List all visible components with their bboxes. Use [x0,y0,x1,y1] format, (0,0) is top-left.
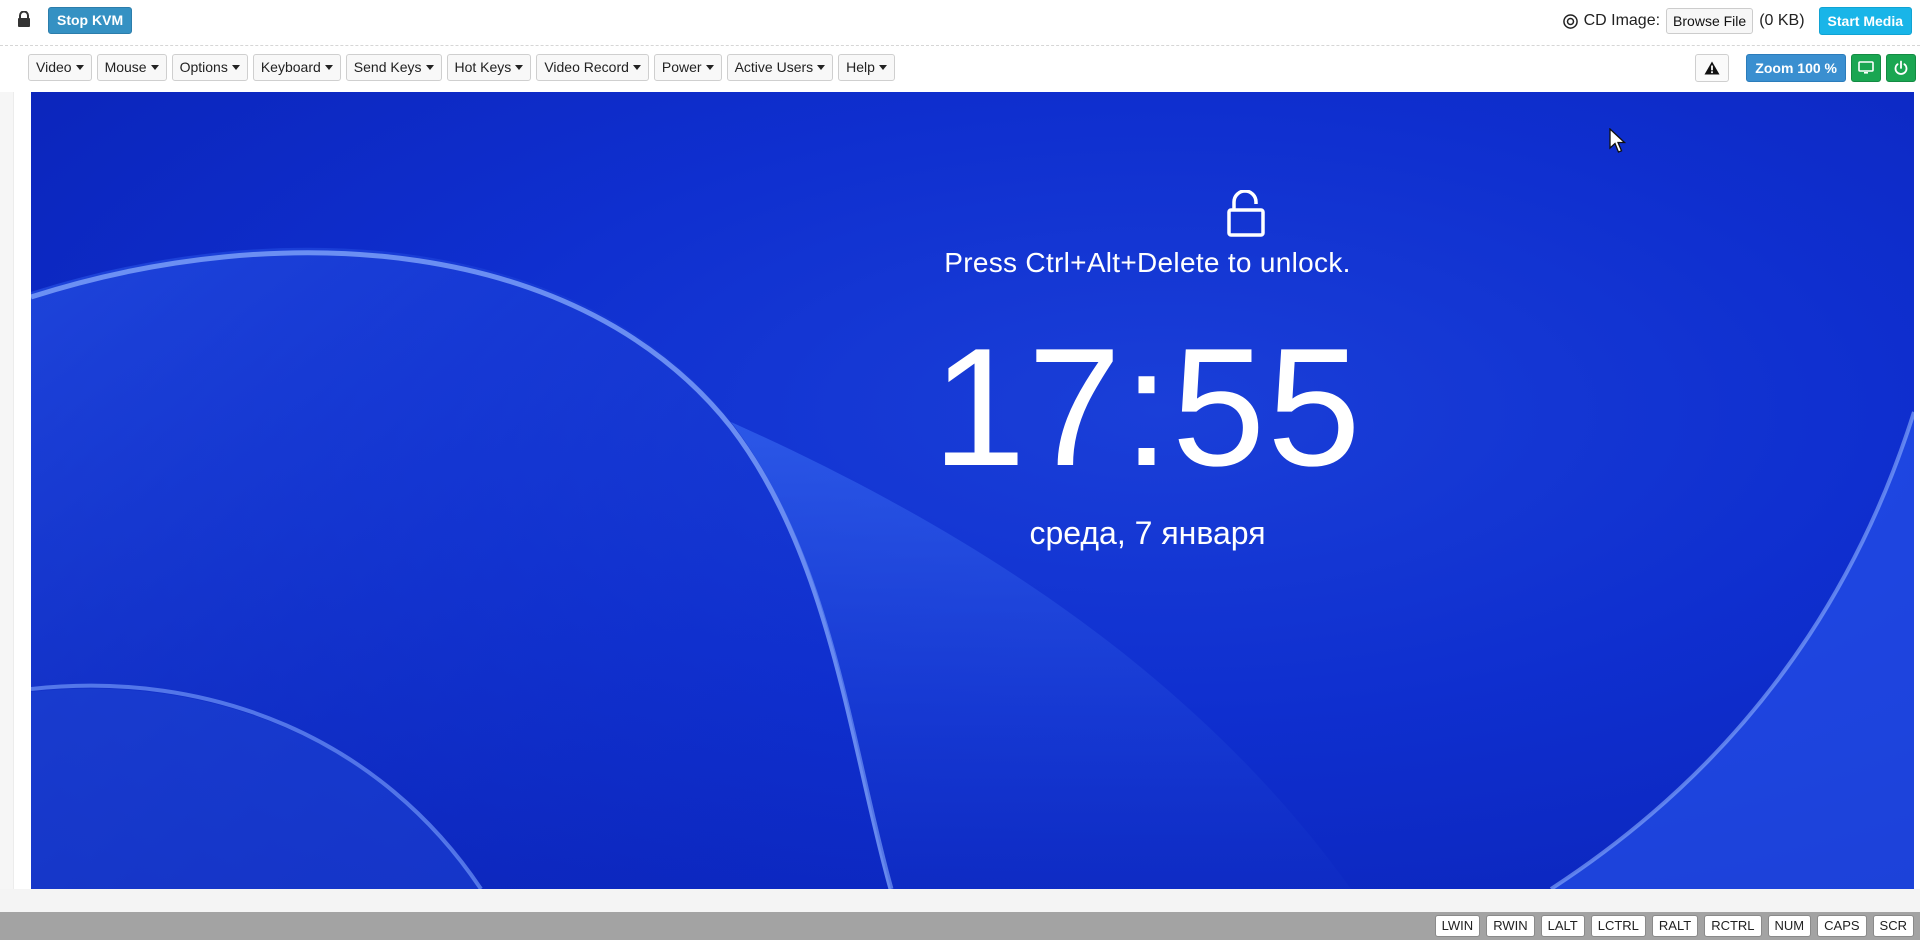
power-button[interactable] [1886,54,1916,82]
key-rctrl[interactable]: RCTRL [1704,915,1762,937]
key-lalt[interactable]: LALT [1540,915,1585,937]
cd-image-label: CD Image: [1583,12,1661,29]
menu-hot-keys[interactable]: Hot Keys [446,54,532,81]
key-caps[interactable]: CAPS [1817,915,1867,937]
menu-item-label: Help [846,59,875,75]
menu-item-label: Options [179,59,228,75]
right-tools: Zoom 100 % [1695,54,1916,82]
warning-icon [1704,61,1720,75]
caret-down-icon [515,65,524,70]
menu-send-keys[interactable]: Send Keys [345,54,442,81]
lock-screen-date: среда, 7 января [1029,515,1266,551]
caret-down-icon [817,65,826,70]
key-rwin[interactable]: RWIN [1486,915,1535,937]
menu-item-label: Power [661,59,702,75]
warning-button[interactable] [1695,54,1730,82]
bottom-spacer [0,889,1920,912]
lock-icon [18,11,30,27]
menu-bar: Video Mouse Options Keyboard Send Keys Hot Ke… [0,50,1920,86]
caret-down-icon [878,65,887,70]
top-toolbar: Stop KVM CD Image: Browse File (0 KB) St… [0,0,1920,46]
zoom-button[interactable]: Zoom 100 % [1746,54,1846,82]
menu-help[interactable]: Help [838,54,895,81]
cd-image-area: CD Image: Browse File (0 KB) Start Media [1562,7,1912,35]
menu-active-users[interactable]: Active Users [726,54,834,81]
menu-video[interactable]: Video [28,54,92,81]
caret-down-icon [75,65,84,70]
lock-screen-clock: 17:55 [932,313,1363,501]
key-scr[interactable]: SCR [1872,915,1914,937]
menu-keyboard[interactable]: Keyboard [252,54,341,81]
menu-item-label: Video Record [544,59,629,75]
menu-video-record[interactable]: Video Record [536,54,649,81]
status-bar: LWIN RWIN LALT LCTRL RALT RCTRL NUM CAPS SCR [0,912,1920,940]
remote-screen[interactable]: Press Ctrl+Alt+Delete to unlock. 17:55 с… [31,92,1914,889]
menu-list: Video Mouse Options Keyboard Send Keys Hot Ke… [28,54,895,81]
key-lctrl[interactable]: LCTRL [1590,915,1646,937]
caret-down-icon [324,65,333,70]
menu-item-label: Mouse [104,59,147,75]
caret-down-icon [425,65,434,70]
menu-options[interactable]: Options [171,54,248,81]
caret-down-icon [150,65,159,70]
caret-down-icon [632,65,641,70]
power-icon [1894,60,1908,75]
key-lwin[interactable]: LWIN [1434,915,1481,937]
modifier-keys: LWIN RWIN LALT LCTRL RALT RCTRL NUM CAPS SCR [1434,915,1914,937]
menu-mouse[interactable]: Mouse [96,54,167,81]
menu-item-label: Active Users [734,59,814,75]
unlock-icon [1227,190,1265,237]
start-media-button[interactable]: Start Media [1818,7,1912,35]
monitor-button[interactable] [1851,54,1881,82]
menu-power[interactable]: Power [653,54,722,81]
file-size: (0 KB) [1759,12,1805,29]
stop-kvm-button[interactable]: Stop KVM [48,7,133,34]
monitor-icon [1858,61,1874,74]
menu-item-label: Send Keys [353,59,422,75]
key-num[interactable]: NUM [1767,915,1812,937]
caret-down-icon [231,65,240,70]
menu-item-label: Keyboard [260,59,321,75]
left-gutter [0,92,14,890]
menu-item-label: Hot Keys [454,59,512,75]
mouse-cursor-icon [1609,128,1627,153]
key-ralt[interactable]: RALT [1651,915,1699,937]
caret-down-icon [705,65,714,70]
unlock-prompt: Press Ctrl+Alt+Delete to unlock. [944,247,1351,278]
menu-item-label: Video [36,59,72,75]
cd-icon [1562,13,1578,29]
browse-file-button[interactable]: Browse File [1666,8,1754,34]
